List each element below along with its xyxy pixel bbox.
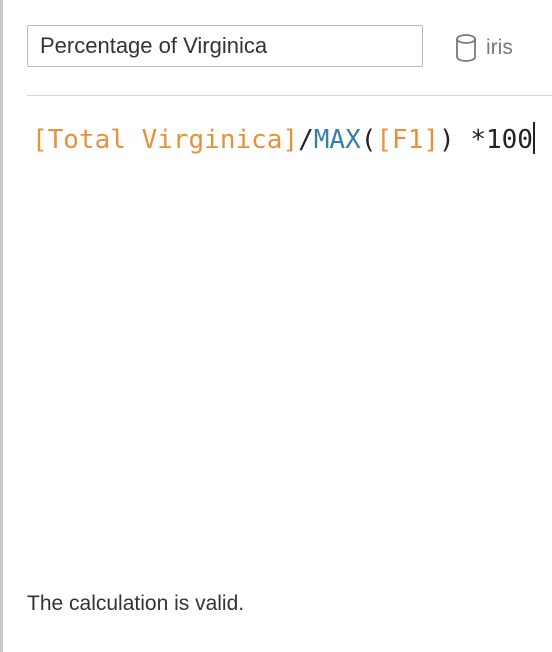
formula-token-operator: / (298, 125, 314, 155)
datasource-name: iris (486, 36, 513, 59)
calc-editor-header: iris (0, 0, 552, 96)
formula-token-operator: ( (360, 125, 377, 155)
formula-token-function: MAX (313, 125, 361, 155)
database-icon (455, 33, 477, 63)
calculation-name-input[interactable] (27, 25, 423, 67)
formula-token-operator: ) *100 (439, 125, 533, 155)
formula-token-field: [F1] (376, 125, 440, 155)
datasource-indicator: iris (455, 33, 513, 63)
formula-token-field: [Total Virginica] (32, 125, 299, 155)
header-divider (27, 95, 552, 96)
formula-editor[interactable]: [Total Virginica]/MAX([F1]) *100 (32, 120, 547, 540)
validation-status: The calculation is valid. (27, 592, 245, 615)
panel-left-border (0, 0, 3, 652)
text-caret (532, 122, 535, 154)
